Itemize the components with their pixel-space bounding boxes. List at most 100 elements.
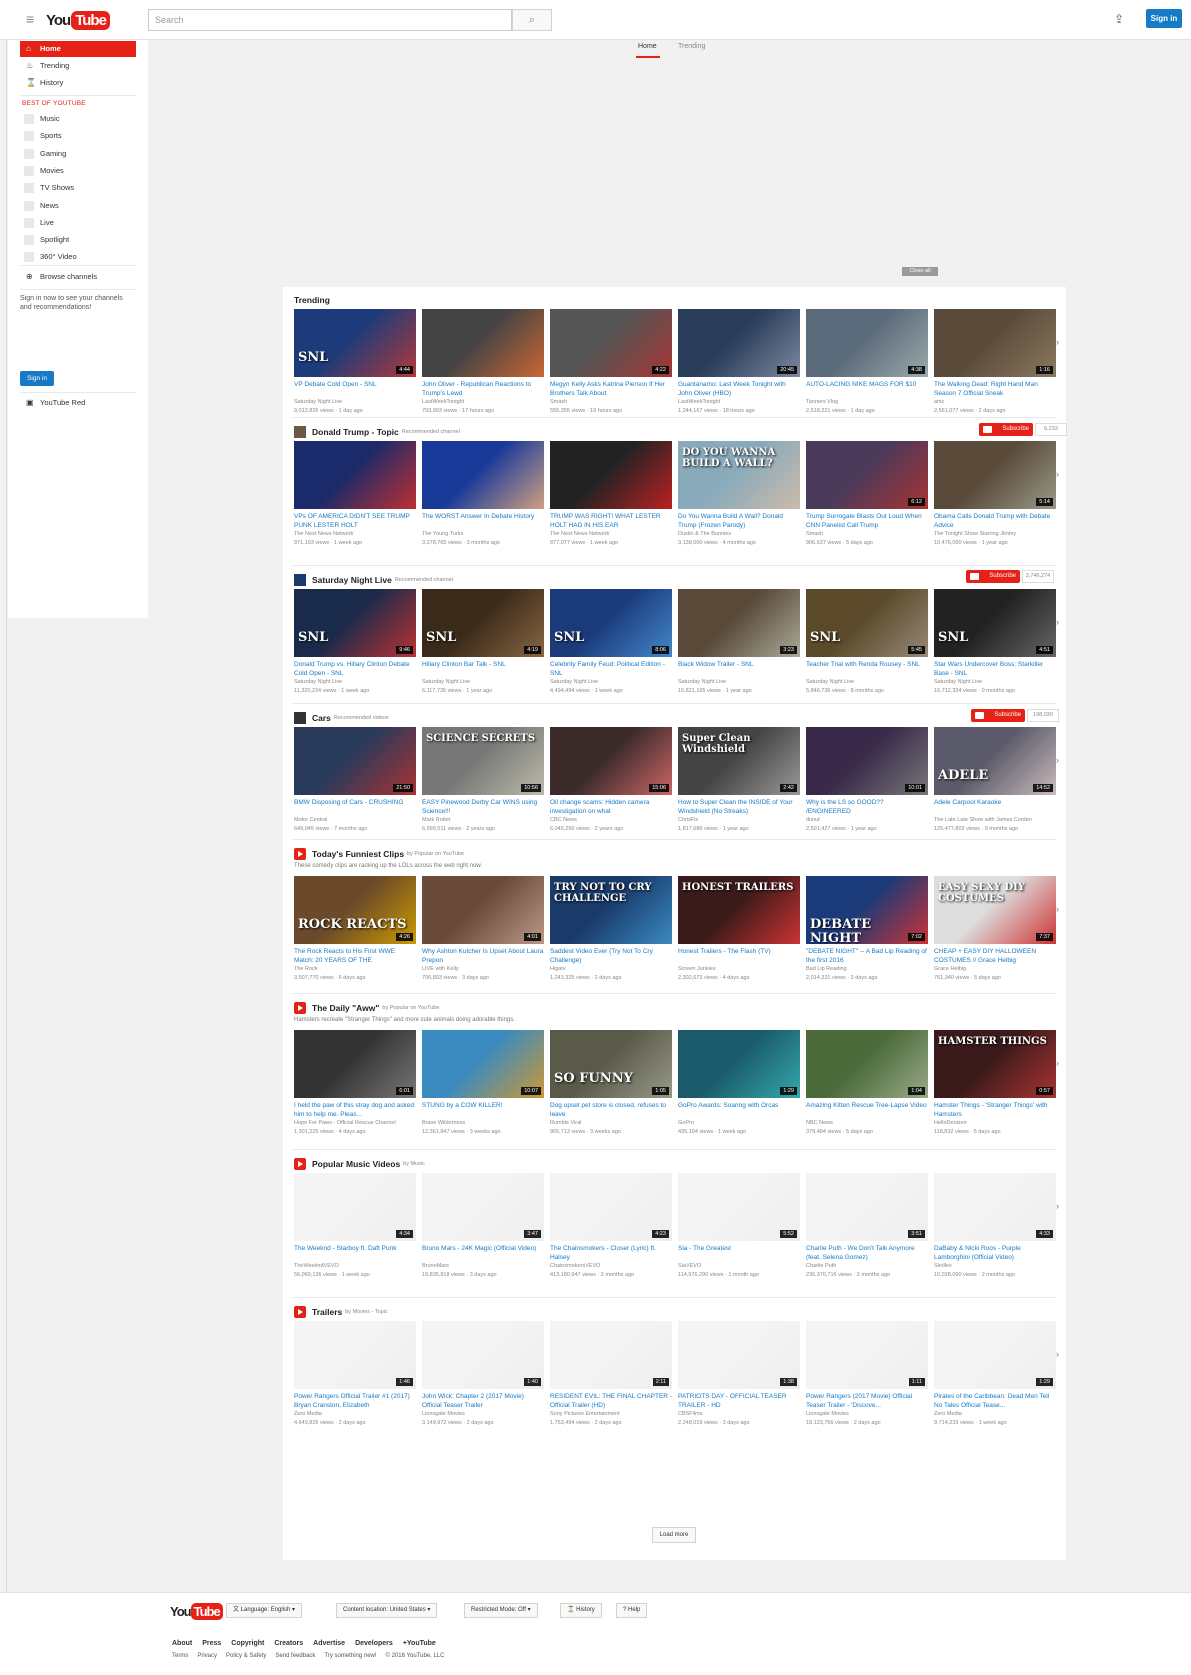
- video-title[interactable]: Teacher Trial with Renda Rousey - SNL: [806, 660, 928, 669]
- video-thumbnail[interactable]: 10:01: [806, 727, 928, 795]
- video-title[interactable]: VPs OF AMERICA DIDN'T SEE TRUMP PUNK LES…: [294, 512, 416, 530]
- video-card[interactable]: SNL 5:45 Teacher Trial with Renda Rousey -…: [806, 589, 928, 701]
- video-thumbnail[interactable]: 6:12: [806, 441, 928, 509]
- video-card[interactable]: Super Clean Windshield 2:42 How to Super C…: [678, 727, 800, 839]
- video-channel[interactable]: donut: [806, 817, 928, 823]
- video-channel[interactable]: Brave Wilderness: [422, 1120, 544, 1126]
- video-card[interactable]: SCIENCE SECRETS 10:56 EASY Pinewood Derby …: [422, 727, 544, 839]
- video-title[interactable]: The Rock Reacts to His First WWE Match: …: [294, 947, 416, 965]
- video-thumbnail[interactable]: [294, 441, 416, 509]
- video-thumbnail[interactable]: 6:01: [294, 1030, 416, 1098]
- video-channel[interactable]: Saturday Night Live: [294, 399, 416, 405]
- footer-link[interactable]: Privacy: [197, 1653, 217, 1659]
- close-all-button[interactable]: Close all: [902, 267, 938, 276]
- video-thumbnail[interactable]: 1:16: [934, 309, 1056, 377]
- guide-item-360-video[interactable]: 360° Video: [20, 249, 136, 265]
- video-thumbnail[interactable]: TRY NOT TO CRY CHALLENGE: [550, 876, 672, 944]
- shelf-title[interactable]: Donald Trump - Topic: [312, 427, 399, 437]
- video-card[interactable]: 1:11 Power Rangers (2017 Movie) Official …: [806, 1321, 928, 1433]
- video-title[interactable]: VP Debate Cold Open - SNL: [294, 380, 416, 389]
- upload-icon[interactable]: ⇪: [1114, 12, 1124, 26]
- video-card[interactable]: 5:14 Obama Calls Donald Trump with Debate…: [934, 441, 1056, 553]
- video-card[interactable]: 1:38 PATRIOTS DAY - OFFICIAL TEASER TRAIL…: [678, 1321, 800, 1433]
- video-channel[interactable]: Bad Lip Reading: [806, 966, 928, 972]
- video-card[interactable]: SNL 9:46 Donald Trump vs. Hillary Clinton …: [294, 589, 416, 701]
- video-card[interactable]: 15:06 Oil change scams: Hidden camera inv…: [550, 727, 672, 839]
- video-title[interactable]: Guantánamo: Last Week Tonight with John …: [678, 380, 800, 398]
- video-thumbnail[interactable]: 1:29: [678, 1030, 800, 1098]
- shelf-next-arrow-icon[interactable]: ›: [1056, 1201, 1059, 1211]
- video-card[interactable]: SNL 4:51 Star Wars Undercover Boss: Starki…: [934, 589, 1056, 701]
- youtube-logo[interactable]: You Tube: [46, 9, 110, 31]
- guide-item-sports[interactable]: Sports: [20, 128, 136, 144]
- video-channel[interactable]: Saturday Night Live: [422, 679, 544, 685]
- video-title[interactable]: Trump Surrogate Blasts Out Loud When CNN…: [806, 512, 928, 530]
- video-card[interactable]: HAMSTER THINGS 0:57 Hamster Things - 'Stra…: [934, 1030, 1056, 1142]
- video-title[interactable]: Power Rangers (2017 Movie) Official Teas…: [806, 1392, 928, 1410]
- footer-link[interactable]: Send feedback: [275, 1653, 315, 1659]
- video-thumbnail[interactable]: 1:04: [806, 1030, 928, 1098]
- footer-link[interactable]: Policy & Safety: [226, 1653, 266, 1659]
- footer-youtube-logo[interactable]: You Tube: [170, 1603, 223, 1620]
- video-title[interactable]: EASY Pinewood Derby Car WINS using Scien…: [422, 798, 544, 816]
- shelf-next-arrow-icon[interactable]: ›: [1056, 904, 1059, 914]
- video-card[interactable]: SNL 4:44 VP Debate Cold Open - SNL Saturday…: [294, 309, 416, 421]
- video-thumbnail[interactable]: [550, 441, 672, 509]
- video-thumbnail[interactable]: SNL 4:44: [294, 309, 416, 377]
- shelf-next-arrow-icon[interactable]: ›: [1056, 337, 1059, 347]
- video-channel[interactable]: The Rock: [294, 966, 416, 972]
- video-channel[interactable]: amc: [934, 399, 1056, 405]
- video-title[interactable]: PATRIOTS DAY - OFFICIAL TEASER TRAILER -…: [678, 1392, 800, 1410]
- footer-link[interactable]: Creators: [274, 1640, 303, 1647]
- footer-link[interactable]: Developers: [355, 1640, 393, 1647]
- video-thumbnail[interactable]: 3:51: [806, 1173, 928, 1241]
- video-title[interactable]: Black Widow Trailer - SNL: [678, 660, 800, 669]
- footer-link[interactable]: Press: [202, 1640, 221, 1647]
- video-card[interactable]: ROCK REACTS 4:26 The Rock Reacts to His Fi…: [294, 876, 416, 988]
- video-channel[interactable]: Charlie Puth: [806, 1263, 928, 1269]
- video-thumbnail[interactable]: [422, 309, 544, 377]
- video-channel[interactable]: SiaVEVO: [678, 1263, 800, 1269]
- video-channel[interactable]: LIVE with Kelly: [422, 966, 544, 972]
- help-button[interactable]: ? Help: [616, 1603, 648, 1618]
- video-card[interactable]: 4:01 Why Ashton Kutcher Is Upset About La…: [422, 876, 544, 988]
- shelf-next-arrow-icon[interactable]: ›: [1056, 469, 1059, 479]
- video-card[interactable]: 4:23 The Chainsmokers - Closer (Lyric) ft…: [550, 1173, 672, 1285]
- video-thumbnail[interactable]: 1:46: [294, 1321, 416, 1389]
- video-card[interactable]: 1:16 The Walking Dead: Right Hand Man Sea…: [934, 309, 1056, 421]
- guide-sign-in-button[interactable]: Sign in: [20, 371, 54, 386]
- video-title[interactable]: GoPro Awards: Soaring with Orcas: [678, 1101, 800, 1110]
- language-button[interactable]: 文 Language: English ▾: [226, 1603, 303, 1618]
- video-thumbnail[interactable]: SNL 8:06: [550, 589, 672, 657]
- video-title[interactable]: Saddest Video Ever (Try Not To Cry Chall…: [550, 947, 672, 965]
- guide-item-history[interactable]: ⌛ History: [20, 75, 136, 91]
- video-channel[interactable]: NBC News: [806, 1120, 928, 1126]
- video-card[interactable]: 10:07 STUNG by a COW KILLER! Brave Wildern…: [422, 1030, 544, 1142]
- video-card[interactable]: 4:22 Megyn Kelly Asks Katrina Pierson If …: [550, 309, 672, 421]
- shelf-next-arrow-icon[interactable]: ›: [1056, 617, 1059, 627]
- video-channel[interactable]: Saturday Night Live: [806, 679, 928, 685]
- video-card[interactable]: 6:12 Trump Surrogate Blasts Out Loud When…: [806, 441, 928, 553]
- video-channel[interactable]: Rumble Viral: [550, 1120, 672, 1126]
- video-channel[interactable]: Dustin & The Bunnies: [678, 531, 800, 537]
- video-card[interactable]: 1:46 Power Rangers Official Trailer #1 (2…: [294, 1321, 416, 1433]
- video-title[interactable]: Hamster Things - 'Stranger Things' with …: [934, 1101, 1056, 1119]
- video-thumbnail[interactable]: 4:38: [806, 309, 928, 377]
- video-channel[interactable]: The Tonight Show Starring Jimmy: [934, 531, 1056, 537]
- shelf-next-arrow-icon[interactable]: ›: [1056, 1058, 1059, 1068]
- guide-item-spotlight[interactable]: Spotlight: [20, 232, 136, 248]
- video-card[interactable]: 1:40 John Wick: Chapter 2 (2017 Movie) Of…: [422, 1321, 544, 1433]
- video-thumbnail[interactable]: ADELE 14:52: [934, 727, 1056, 795]
- video-thumbnail[interactable]: 5:14: [934, 441, 1056, 509]
- video-thumbnail[interactable]: SNL 5:45: [806, 589, 928, 657]
- guide-item-live[interactable]: Live: [20, 215, 136, 231]
- video-channel[interactable]: BrunoMars: [422, 1263, 544, 1269]
- video-card[interactable]: 4:38 AUTO-LACING NIKE MAGS FOR $10 Tanners…: [806, 309, 928, 421]
- video-thumbnail[interactable]: 20:45: [678, 309, 800, 377]
- video-card[interactable]: 1:29 Pirates of the Caribbean: Dead Men T…: [934, 1321, 1056, 1433]
- video-channel[interactable]: HelloDenizen: [934, 1120, 1056, 1126]
- video-thumbnail[interactable]: 3:23: [678, 589, 800, 657]
- video-channel[interactable]: Hope For Paws - Official Rescue Channel: [294, 1120, 416, 1126]
- shelf-title[interactable]: Saturday Night Live: [312, 575, 392, 585]
- video-channel[interactable]: Tanners Vlog: [806, 399, 928, 405]
